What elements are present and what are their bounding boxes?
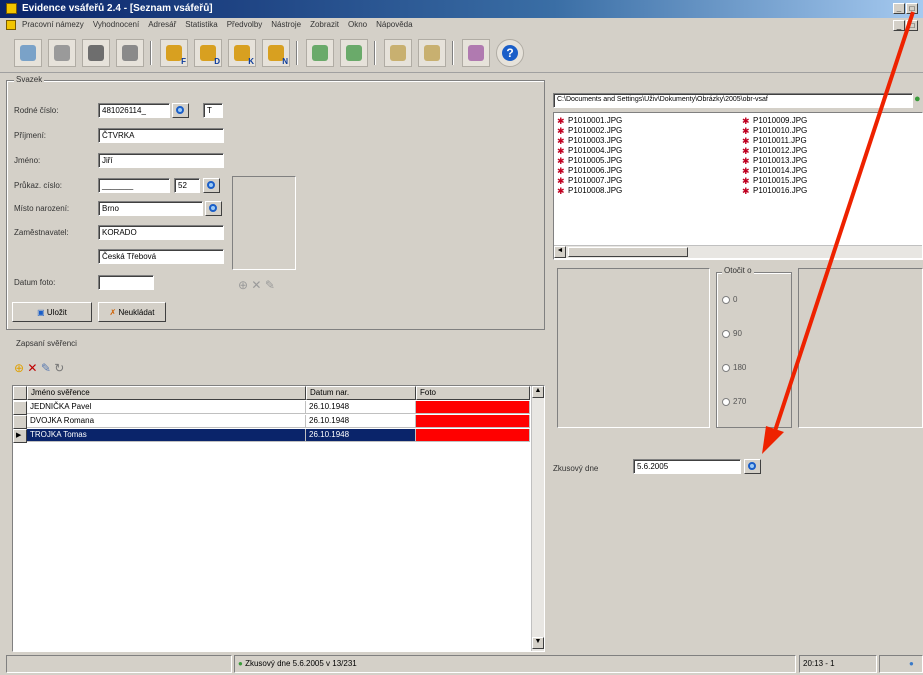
network-status-icon: ● bbox=[909, 659, 914, 668]
status-panel-right: ● bbox=[879, 655, 923, 673]
arrow-head bbox=[762, 426, 784, 454]
ok-icon: ● bbox=[238, 659, 243, 668]
status-panel-center: ● Zkusový dne 5.6.2005 v 13/231 bbox=[234, 655, 796, 673]
status-panel-left bbox=[6, 655, 232, 673]
annotation-arrow bbox=[762, 11, 915, 454]
arrow-line bbox=[770, 11, 915, 441]
status-panel-time: 20:13 - 1 bbox=[799, 655, 877, 673]
status-text: Zkusový dne 5.6.2005 v 13/231 bbox=[245, 659, 357, 668]
